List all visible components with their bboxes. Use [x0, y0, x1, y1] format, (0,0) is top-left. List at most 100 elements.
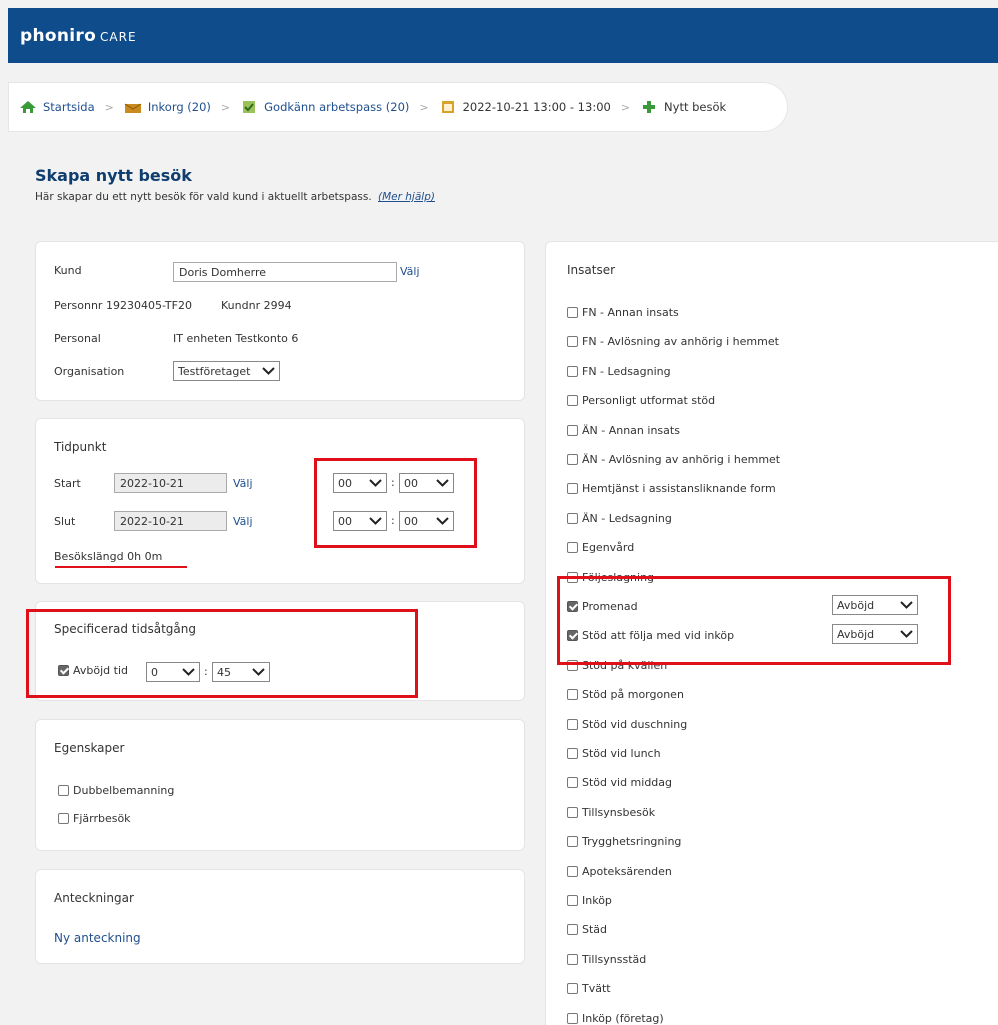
organisation-select[interactable]: Testföretaget: [173, 361, 280, 381]
visit-length-label: Besökslängd: [54, 550, 124, 563]
insats-item[interactable]: Egenvård: [567, 541, 927, 554]
insats-label: FN - Annan insats: [582, 306, 679, 319]
insats-item[interactable]: Städ: [567, 923, 927, 936]
slut-valj-link[interactable]: Välj: [233, 515, 253, 528]
brand-name: phoniro: [20, 25, 97, 46]
checkbox[interactable]: [567, 512, 578, 524]
insats-label: Tillsynsstäd: [582, 952, 647, 966]
insats-label: Inköp: [582, 894, 612, 907]
brand-logo[interactable]: phoniro CARE: [20, 26, 137, 46]
dubbelbemanning-checkbox[interactable]: Dubbelbemanning: [58, 784, 174, 797]
organisation-value: Testföretaget: [178, 364, 251, 378]
chevron-right-icon: >: [620, 100, 631, 114]
breadcrumb-label: Nytt besök: [664, 100, 727, 114]
insats-item[interactable]: ÄN - Annan insats: [567, 424, 927, 437]
insats-item[interactable]: Inköp: [567, 894, 927, 907]
breadcrumb-label[interactable]: Startsida: [43, 100, 95, 114]
checkbox[interactable]: [567, 748, 578, 759]
properties-panel: Egenskaper Dubbelbemanning Fjärrbesök: [35, 719, 525, 851]
breadcrumb-approve[interactable]: Godkänn arbetspass (20): [240, 100, 409, 114]
breadcrumb-label[interactable]: Inkorg (20): [148, 100, 211, 114]
checkbox[interactable]: [567, 336, 578, 348]
checkbox[interactable]: [567, 1012, 578, 1024]
help-link[interactable]: (Mer hjälp): [378, 191, 435, 203]
checkbox[interactable]: [567, 777, 578, 789]
insats-item[interactable]: Tillsynsbesök: [567, 806, 927, 819]
checkbox[interactable]: [567, 983, 578, 995]
insats-item[interactable]: Stöd vid lunch: [567, 747, 927, 760]
checkbox[interactable]: [567, 454, 578, 465]
slut-label: Slut: [54, 515, 76, 528]
checkbox[interactable]: [567, 953, 578, 965]
checkbox[interactable]: [567, 365, 578, 377]
breadcrumb-label[interactable]: Godkänn arbetspass (20): [264, 100, 409, 114]
kund-valj-link[interactable]: Välj: [400, 265, 420, 278]
insats-item[interactable]: Stöd på morgonen: [567, 688, 927, 701]
checkbox[interactable]: [567, 895, 578, 906]
insats-item[interactable]: Apoteksärenden: [567, 865, 927, 878]
properties-title: Egenskaper: [54, 741, 125, 755]
insats-item[interactable]: FN - Annan insats: [567, 306, 927, 319]
insats-label: Tvätt: [582, 982, 611, 996]
insats-item[interactable]: FN - Avlösning av anhörig i hemmet: [567, 335, 927, 348]
checkbox[interactable]: [567, 865, 578, 877]
kund-input[interactable]: [173, 262, 397, 282]
annotation-box-spec: [26, 609, 418, 698]
checkbox-label: Dubbelbemanning: [73, 784, 175, 797]
annotation-underline: [55, 566, 187, 568]
personal-value: IT enheten Testkonto 6: [173, 332, 299, 345]
insats-item[interactable]: Stöd vid duschning: [567, 718, 927, 731]
checkbox[interactable]: [567, 689, 578, 701]
brand-suffix: CARE: [100, 29, 137, 44]
checkbox[interactable]: [567, 542, 578, 554]
checkbox[interactable]: [567, 924, 578, 936]
insats-item[interactable]: ÄN - Ledsagning: [567, 512, 927, 525]
notes-panel: Anteckningar Ny anteckning: [35, 869, 525, 964]
personal-label: Personal: [54, 332, 101, 345]
checkbox[interactable]: [567, 307, 578, 318]
fjarrbesok-checkbox[interactable]: Fjärrbesök: [58, 812, 131, 825]
start-valj-link[interactable]: Välj: [233, 477, 253, 490]
visit-length-value: 0h 0m: [127, 550, 163, 563]
insats-item[interactable]: Personligt utformat stöd: [567, 394, 927, 407]
checkbox[interactable]: [567, 718, 578, 730]
personnr-label: Personnr 19230405-TF20: [54, 299, 192, 312]
calendar-icon: [441, 101, 454, 113]
breadcrumb-new-visit: Nytt besök: [640, 100, 726, 114]
checkbox[interactable]: [58, 813, 69, 824]
insats-item[interactable]: Trygghetsringning: [567, 835, 927, 848]
subtitle-text: Här skapar du ett nytt besök för vald ku…: [35, 191, 372, 203]
insats-label: Städ: [582, 923, 608, 937]
insats-item[interactable]: Hemtjänst i assistansliknande form: [567, 482, 927, 495]
breadcrumb-label[interactable]: 2022-10-21 13:00 - 13:00: [463, 100, 611, 114]
home-icon: [20, 101, 36, 113]
checkbox[interactable]: [567, 836, 578, 848]
insats-label: Hemtjänst i assistansliknande form: [582, 482, 776, 496]
insats-item[interactable]: Tvätt: [567, 982, 927, 995]
checkbox[interactable]: [567, 483, 578, 495]
breadcrumb-inbox[interactable]: Inkorg (20): [124, 100, 211, 114]
inbox-icon: [124, 103, 142, 113]
checkbox[interactable]: [567, 806, 578, 818]
insats-item[interactable]: Tillsynsstäd: [567, 953, 927, 966]
checkbox[interactable]: [567, 424, 578, 436]
insats-item[interactable]: Stöd vid middag: [567, 776, 927, 789]
personnr-key: Personnr: [54, 299, 103, 312]
checkbox[interactable]: [567, 395, 578, 407]
insats-item[interactable]: Inköp (företag): [567, 1012, 927, 1025]
insats-label: Egenvård: [582, 541, 635, 555]
breadcrumb-shift[interactable]: 2022-10-21 13:00 - 13:00: [439, 100, 611, 114]
chevron-right-icon: >: [104, 100, 114, 114]
plus-icon: [643, 101, 656, 113]
new-note-link[interactable]: Ny anteckning: [54, 931, 141, 945]
checkbox[interactable]: [58, 785, 69, 796]
insats-item[interactable]: ÄN - Avlösning av anhörig i hemmet: [567, 453, 927, 466]
breadcrumb: Startsida > Inkorg (20) > Godkänn arbets…: [8, 82, 788, 132]
insats-item[interactable]: FN - Ledsagning: [567, 365, 927, 378]
insats-label: Personligt utformat stöd: [582, 394, 716, 408]
insats-label: ÄN - Avlösning av anhörig i hemmet: [582, 453, 781, 466]
breadcrumb-home[interactable]: Startsida: [19, 100, 95, 114]
slut-date-input[interactable]: [114, 511, 227, 531]
start-date-input[interactable]: [114, 473, 227, 493]
page-title: Skapa nytt besök: [35, 166, 192, 185]
